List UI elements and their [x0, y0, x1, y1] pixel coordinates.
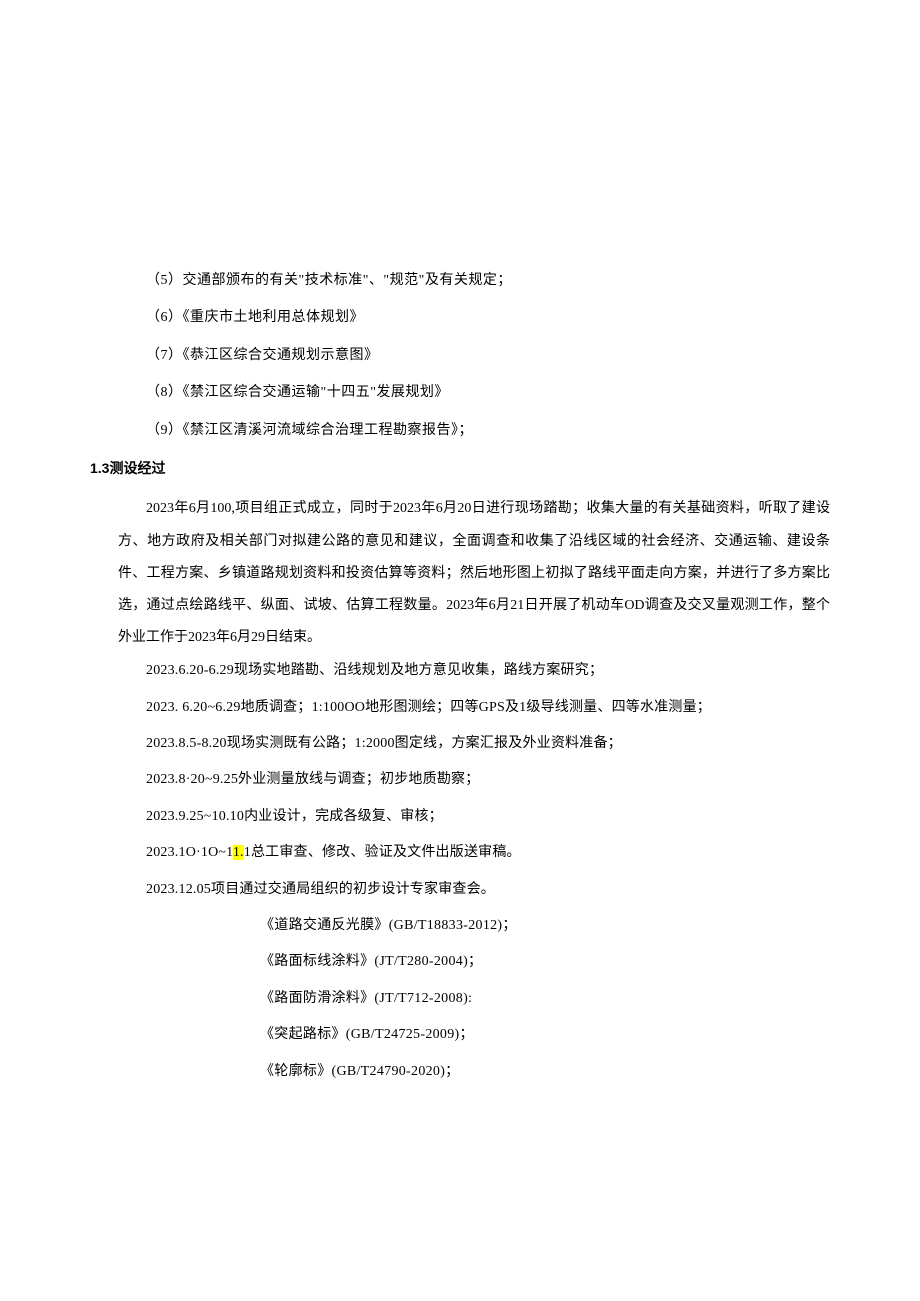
list-item: （8）《禁江区综合交通运输"十四五"发展规划》: [146, 382, 830, 404]
list-item: （7）《恭江区综合交通规划示意图》: [146, 345, 830, 367]
section-heading: 1.3测设经过: [90, 457, 830, 479]
schedule-line: 2023.8.5-8.20现场实测既有公路；1:2000图定线，方案汇报及外业资…: [146, 733, 830, 755]
reference-line: 《道路交通反光膜》(GB/T18833-2012)；: [260, 915, 830, 937]
list-item: （5）交通部颁布的有关"技术标准"、"规范"及有关规定；: [146, 270, 830, 292]
schedule-line-highlight: 2023.1O·1O~11.1总工审查、修改、验证及文件出版送审稿。: [146, 842, 830, 864]
schedule-line: 2023.6.20-6.29现场实地踏勘、沿线规划及地方意见收集，路线方案研究；: [146, 660, 830, 682]
schedule-line: 2023.9.25~10.10内业设计，完成各级复、审核；: [146, 806, 830, 828]
body-paragraph: 2023年6月100,项目组正式成立，同时于2023年6月20日进行现场踏勘；收…: [118, 493, 830, 654]
reference-line: 《路面防滑涂料》(JT/T712-2008):: [260, 988, 830, 1010]
schedule-line: 2023.8·20~9.25外业测量放线与调查；初步地质勘察；: [146, 769, 830, 791]
list-item: （6）《重庆市土地利用总体规划》: [146, 307, 830, 329]
reference-line: 《轮廓标》(GB/T24790-2020)；: [260, 1061, 830, 1083]
text-after-highlight: 1总工审查、修改、验证及文件出版送审稿。: [244, 845, 521, 860]
highlighted-text: 1.: [233, 845, 244, 860]
schedule-line: 2023.12.05项目通过交通局组织的初步设计专家审查会。: [146, 879, 830, 901]
list-item: （9）《禁江区清溪河流域综合治理工程勘察报告》；: [146, 420, 830, 442]
reference-line: 《突起路标》(GB/T24725-2009)；: [260, 1024, 830, 1046]
text-before-highlight: 2023.1O·1O~1: [146, 845, 233, 860]
reference-line: 《路面标线涂料》(JT/T280-2004)；: [260, 951, 830, 973]
schedule-line: 2023. 6.20~6.29地质调查；1:100OO地形图测绘；四等GPS及1…: [146, 697, 830, 719]
